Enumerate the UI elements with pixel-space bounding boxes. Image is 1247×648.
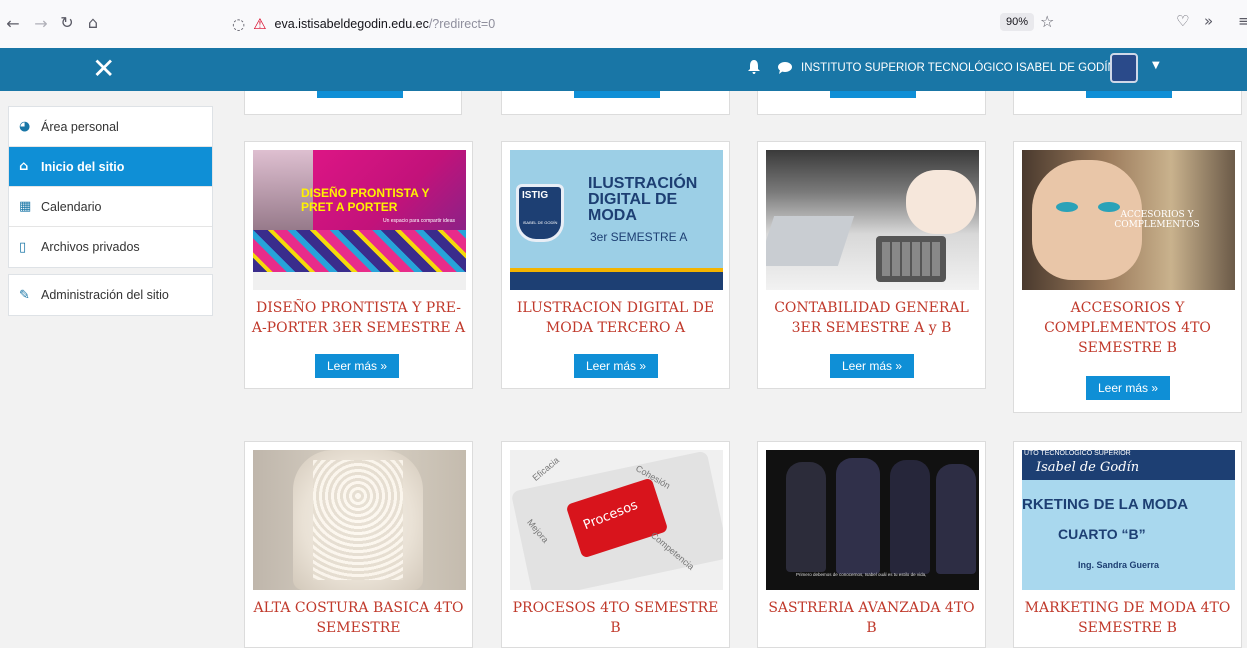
- course-card: CONTABILIDAD GENERAL 3ER SEMESTRE A y B …: [757, 141, 986, 389]
- image-author-text: Ing. Sandra Guerra: [1078, 560, 1160, 570]
- course-card: ISTIG ISABEL DE GODÍN ILUSTRACIÓN DIGITA…: [501, 141, 730, 389]
- course-image[interactable]: DISEÑO PRONTISTA Y PRET A PORTER Un espa…: [253, 150, 466, 290]
- prev-read-more-button[interactable]: [574, 91, 660, 98]
- course-image[interactable]: [766, 150, 979, 290]
- messages-chat-icon[interactable]: [778, 62, 792, 74]
- prev-card-stub: [1013, 91, 1242, 115]
- prev-card-stub: [501, 91, 730, 115]
- calendar-icon: ▦: [19, 199, 32, 214]
- sidebar-item-administracion[interactable]: ✎ Administración del sitio: [9, 275, 212, 315]
- course-title[interactable]: CONTABILIDAD GENERAL 3ER SEMESTRE A y B: [762, 298, 981, 338]
- reload-icon[interactable]: ↻: [56, 13, 78, 32]
- course-title[interactable]: MARKETING DE MODA 4TO SEMESTRE B: [1018, 598, 1237, 638]
- image-header-text: UTO TECNOLÓGICO SUPERIOR: [1024, 450, 1131, 457]
- image-title-text: RKETING DE LA MODA: [1022, 496, 1189, 513]
- image-badge-subtext: ISABEL DE GODÍN: [522, 220, 558, 225]
- institute-logo-avatar[interactable]: [1110, 53, 1138, 83]
- prev-card-stub: [244, 91, 462, 115]
- course-card: ALTA COSTURA BASICA 4TO SEMESTRE: [244, 441, 473, 648]
- bookmark-star-icon[interactable]: ☆: [1040, 12, 1054, 31]
- sidebar-nav: ◕ Área personal ⌂ Inicio del sitio ▦ Cal…: [8, 106, 213, 322]
- sidebar-item-inicio[interactable]: ⌂ Inicio del sitio: [9, 147, 212, 187]
- image-script-text: Isabel de Godín: [1036, 460, 1140, 475]
- site-header: ✕ INSTITUTO SUPERIOR TECNOLÓGICO ISABEL …: [0, 48, 1247, 91]
- course-card: UTO TECNOLÓGICO SUPERIOR Isabel de Godín…: [1013, 441, 1242, 648]
- image-badge-text: ISTIG: [522, 190, 549, 201]
- prev-card-stub: [757, 91, 986, 115]
- user-menu-caret-icon[interactable]: ▼: [1152, 60, 1160, 71]
- menu-icon[interactable]: ≡: [1238, 12, 1247, 30]
- forward-icon[interactable]: →: [30, 14, 52, 33]
- zoom-level[interactable]: 90%: [1000, 13, 1035, 31]
- image-subtext: Un espacio para compartir ideas: [383, 218, 455, 224]
- home-icon: ⌂: [19, 159, 29, 174]
- shield-icon[interactable]: ◌: [232, 15, 245, 33]
- course-image[interactable]: [253, 450, 466, 590]
- sidebar-item-label: Inicio del sitio: [41, 159, 125, 174]
- close-drawer-icon[interactable]: ✕: [92, 52, 115, 86]
- image-title-text: ILUSTRACIÓN DIGITAL DE MODA: [588, 175, 698, 224]
- prev-read-more-button[interactable]: [830, 91, 916, 98]
- image-word-eficacia: Eficacia: [530, 455, 562, 483]
- sidebar-item-label: Área personal: [41, 119, 119, 134]
- image-title-text: ACCESORIOS Y COMPLEMENTOS: [1114, 210, 1200, 230]
- back-icon[interactable]: ←: [2, 14, 24, 33]
- image-subtext: 3er SEMESTRE A: [590, 230, 688, 244]
- image-subtext: CUARTO “B”: [1058, 526, 1146, 542]
- course-card: ACCESORIOS Y COMPLEMENTOS ACCESORIOS Y C…: [1013, 141, 1242, 413]
- course-image[interactable]: Primero debemos de conocernos, Isabel ou…: [766, 450, 979, 590]
- read-more-button[interactable]: Leer más »: [315, 354, 400, 378]
- wrench-icon: ✎: [19, 287, 30, 303]
- sidebar-main-group: ◕ Área personal ⌂ Inicio del sitio ▦ Cal…: [8, 106, 213, 268]
- course-title[interactable]: ILUSTRACION DIGITAL DE MODA TERCERO A: [506, 298, 725, 338]
- read-more-button[interactable]: Leer más »: [830, 354, 915, 378]
- course-image[interactable]: ISTIG ISABEL DE GODÍN ILUSTRACIÓN DIGITA…: [510, 150, 723, 290]
- url-text: eva.istisabeldegodin.edu.ec/?redirect=0: [274, 17, 496, 31]
- sidebar-item-area-personal[interactable]: ◕ Área personal: [9, 107, 212, 147]
- sidebar-item-archivos[interactable]: ▯ Archivos privados: [9, 227, 212, 267]
- read-more-button[interactable]: Leer más »: [574, 354, 659, 378]
- prev-read-more-button[interactable]: [317, 91, 403, 98]
- course-title[interactable]: PROCESOS 4TO SEMESTRE B: [506, 598, 725, 638]
- overflow-chevron-icon[interactable]: »: [1204, 12, 1213, 30]
- course-image[interactable]: ACCESORIOS Y COMPLEMENTOS: [1022, 150, 1235, 290]
- home-icon[interactable]: ⌂: [82, 13, 104, 32]
- prev-read-more-button[interactable]: [1086, 91, 1172, 98]
- browser-toolbar: ← → ↻ ⌂ ◌ ⚠ eva.istisabeldegodin.edu.ec/…: [0, 0, 1247, 48]
- sidebar-admin-group: ✎ Administración del sitio: [8, 274, 213, 316]
- image-title-text: DISEÑO PRONTISTA Y PRET A PORTER: [301, 186, 430, 214]
- dashboard-icon: ◕: [19, 119, 31, 134]
- image-caption: Primero debemos de conocernos, Isabel ou…: [796, 572, 927, 577]
- course-card: Primero debemos de conocernos, Isabel ou…: [757, 441, 986, 648]
- file-icon: ▯: [19, 239, 27, 255]
- institute-name[interactable]: INSTITUTO SUPERIOR TECNOLÓGICO ISABEL DE…: [801, 62, 1116, 74]
- course-image[interactable]: Procesos Eficacia Cohesión Mejora Compet…: [510, 450, 723, 590]
- course-title[interactable]: SASTRERIA AVANZADA 4TO B: [762, 598, 981, 638]
- read-more-button[interactable]: Leer más »: [1086, 376, 1171, 400]
- sidebar-item-label: Archivos privados: [41, 240, 140, 254]
- pocket-icon[interactable]: ♡: [1176, 12, 1189, 30]
- sidebar-item-calendario[interactable]: ▦ Calendario: [9, 187, 212, 227]
- course-title[interactable]: ACCESORIOS Y COMPLEMENTOS 4TO SEMESTRE B: [1018, 298, 1237, 358]
- notifications-bell-icon[interactable]: [748, 60, 760, 74]
- course-card: Procesos Eficacia Cohesión Mejora Compet…: [501, 441, 730, 648]
- sidebar-item-label: Calendario: [41, 199, 102, 214]
- course-image[interactable]: UTO TECNOLÓGICO SUPERIOR Isabel de Godín…: [1022, 450, 1235, 590]
- course-card: DISEÑO PRONTISTA Y PRET A PORTER Un espa…: [244, 141, 473, 389]
- sidebar-item-label: Administración del sitio: [41, 288, 169, 302]
- course-title[interactable]: ALTA COSTURA BASICA 4TO SEMESTRE: [249, 598, 468, 638]
- url-bar[interactable]: ◌ ⚠ eva.istisabeldegodin.edu.ec/?redirec…: [232, 10, 1247, 38]
- insecure-lock-icon[interactable]: ⚠: [253, 15, 266, 33]
- course-title[interactable]: DISEÑO PRONTISTA Y PRE-A-PORTER 3ER SEME…: [249, 298, 468, 338]
